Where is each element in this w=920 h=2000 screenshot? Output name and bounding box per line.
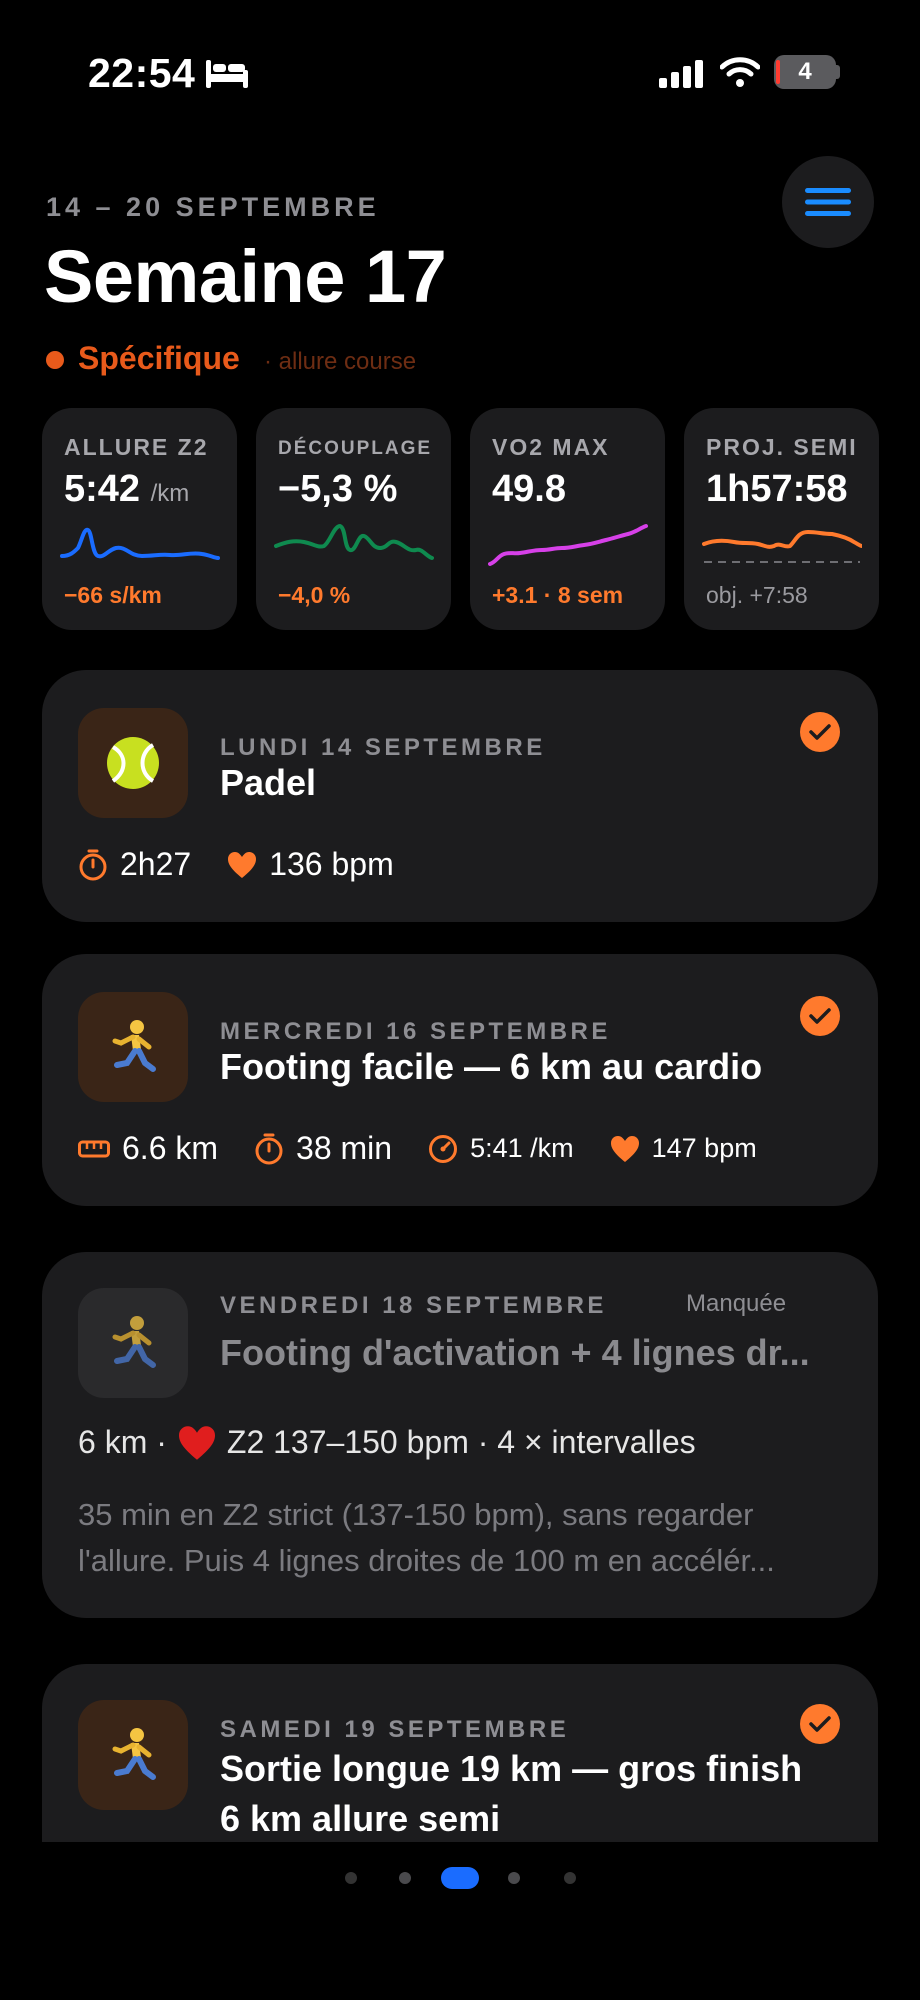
session-description: 35 min en Z2 strict (137-150 bpm), sans …: [78, 1497, 775, 1578]
session-day: MERCREDI 16 SEPTEMBRE: [220, 1018, 611, 1045]
allure-sparkline: [60, 527, 220, 560]
page-dot-2[interactable]: [399, 1872, 411, 1884]
metric-value: −5,3 %: [278, 468, 398, 510]
vo2max-sparkline: [488, 524, 648, 566]
session-title: Footing facile — 6 km au cardio: [220, 1046, 763, 1087]
session-plan: 6 km · Z2 137–150 bpm · 4 × intervalles: [78, 1424, 696, 1460]
page-dot-1[interactable]: [345, 1872, 357, 1884]
metric-card-proj-semi[interactable]: PROJ. SEMI 1h57:58 obj. +7:58: [684, 408, 879, 630]
menu-button[interactable]: [782, 156, 874, 248]
session-title-line1: Sortie longue 19 km — gros finish: [220, 1748, 803, 1789]
metric-label: DÉCOUPLAGE: [278, 438, 433, 459]
heart-rate-stat: 147 bpm: [610, 1133, 757, 1164]
status-time: 22:54: [88, 50, 196, 96]
missed-status: Manquée: [686, 1290, 787, 1317]
runner-icon: [78, 1288, 188, 1398]
session-day: SAMEDI 19 SEPTEMBRE: [220, 1716, 570, 1743]
completed-check-icon: [800, 1704, 840, 1744]
battery-level: [776, 60, 780, 84]
metric-delta: −4,0 %: [278, 582, 351, 608]
metric-delta: obj. +7:58: [706, 582, 808, 608]
decouplage-sparkline: [274, 523, 434, 560]
metric-value: 49.8: [492, 468, 566, 510]
phase-detail: · allure course: [264, 348, 417, 375]
session-card[interactable]: SAMEDI 19 SEPTEMBRE Sortie longue 19 km …: [42, 1664, 878, 1842]
duration-stat: 2h27: [78, 846, 191, 883]
bed-icon: [206, 60, 248, 88]
stopwatch-icon: [79, 849, 107, 880]
page-dot-3-active[interactable]: [441, 1867, 479, 1889]
session-stats: 6.6 km 38 min 5:41 /km 147 bpm: [78, 1130, 793, 1167]
heart-rate-stat: 136 bpm: [227, 846, 394, 883]
metric-label: PROJ. SEMI: [706, 434, 858, 460]
distance-stat: 6.6 km: [78, 1130, 218, 1167]
heart-icon: [610, 1135, 639, 1162]
speedometer-icon: [429, 1134, 458, 1163]
completed-check-icon: [800, 712, 840, 752]
proj-semi-sparkline: [702, 529, 862, 563]
metric-label: VO2 MAX: [492, 434, 610, 460]
ruler-icon: [78, 1140, 110, 1157]
runner-icon: [78, 1700, 188, 1810]
session-title-line2: 6 km allure semi: [220, 1798, 501, 1839]
page-dot-4[interactable]: [508, 1872, 520, 1884]
phase-name: Spécifique: [78, 340, 240, 376]
pace-stat: 5:41 /km: [428, 1133, 574, 1164]
metric-value: 1h57:58: [706, 468, 848, 510]
hamburger-icon: [805, 188, 851, 216]
session-card[interactable]: MERCREDI 16 SEPTEMBRE Footing facile — 6…: [42, 954, 878, 1206]
heart-icon: [228, 851, 257, 878]
cellular-signal-icon: [659, 60, 703, 88]
session-stats: 2h27 136 bpm: [78, 846, 430, 883]
metric-card-vo2max[interactable]: VO2 MAX 49.8 +3.1 · 8 sem: [470, 408, 665, 630]
tennis-ball-icon: [78, 708, 188, 818]
page-dot-5[interactable]: [564, 1872, 576, 1884]
stopwatch-icon: [255, 1133, 283, 1164]
runner-icon: [78, 992, 188, 1102]
session-card[interactable]: LUNDI 14 SEPTEMBRE Padel 2h27 136 bpm: [42, 670, 878, 922]
session-day: VENDREDI 18 SEPTEMBRE: [220, 1292, 607, 1319]
metric-delta: −66 s/km: [64, 582, 162, 608]
metric-label: ALLURE Z2: [64, 434, 209, 460]
metric-card-allure-z2[interactable]: ALLURE Z2 5:42 /km −66 s/km: [42, 408, 237, 630]
metric-value: 5:42 /km: [64, 468, 190, 510]
battery-tip: [836, 65, 840, 79]
session-card-clip: SAMEDI 19 SEPTEMBRE Sortie longue 19 km …: [42, 1664, 878, 1842]
duration-stat: 38 min: [254, 1130, 392, 1167]
phase-dot: [46, 351, 64, 369]
metric-card-decouplage[interactable]: DÉCOUPLAGE −5,3 % −4,0 %: [256, 408, 451, 630]
session-day: LUNDI 14 SEPTEMBRE: [220, 734, 546, 761]
wifi-icon: [720, 57, 760, 87]
session-title: Footing d'activation + 4 lignes dr...: [220, 1332, 810, 1373]
session-title: Padel: [220, 762, 317, 803]
date-range: 14 – 20 SEPTEMBRE: [46, 192, 380, 222]
battery-indicator: 4: [774, 55, 836, 89]
heart-icon: [178, 1425, 215, 1460]
completed-check-icon: [800, 996, 840, 1036]
week-title: Semaine 17: [44, 235, 447, 318]
metric-delta: +3.1 · 8 sem: [492, 582, 624, 608]
